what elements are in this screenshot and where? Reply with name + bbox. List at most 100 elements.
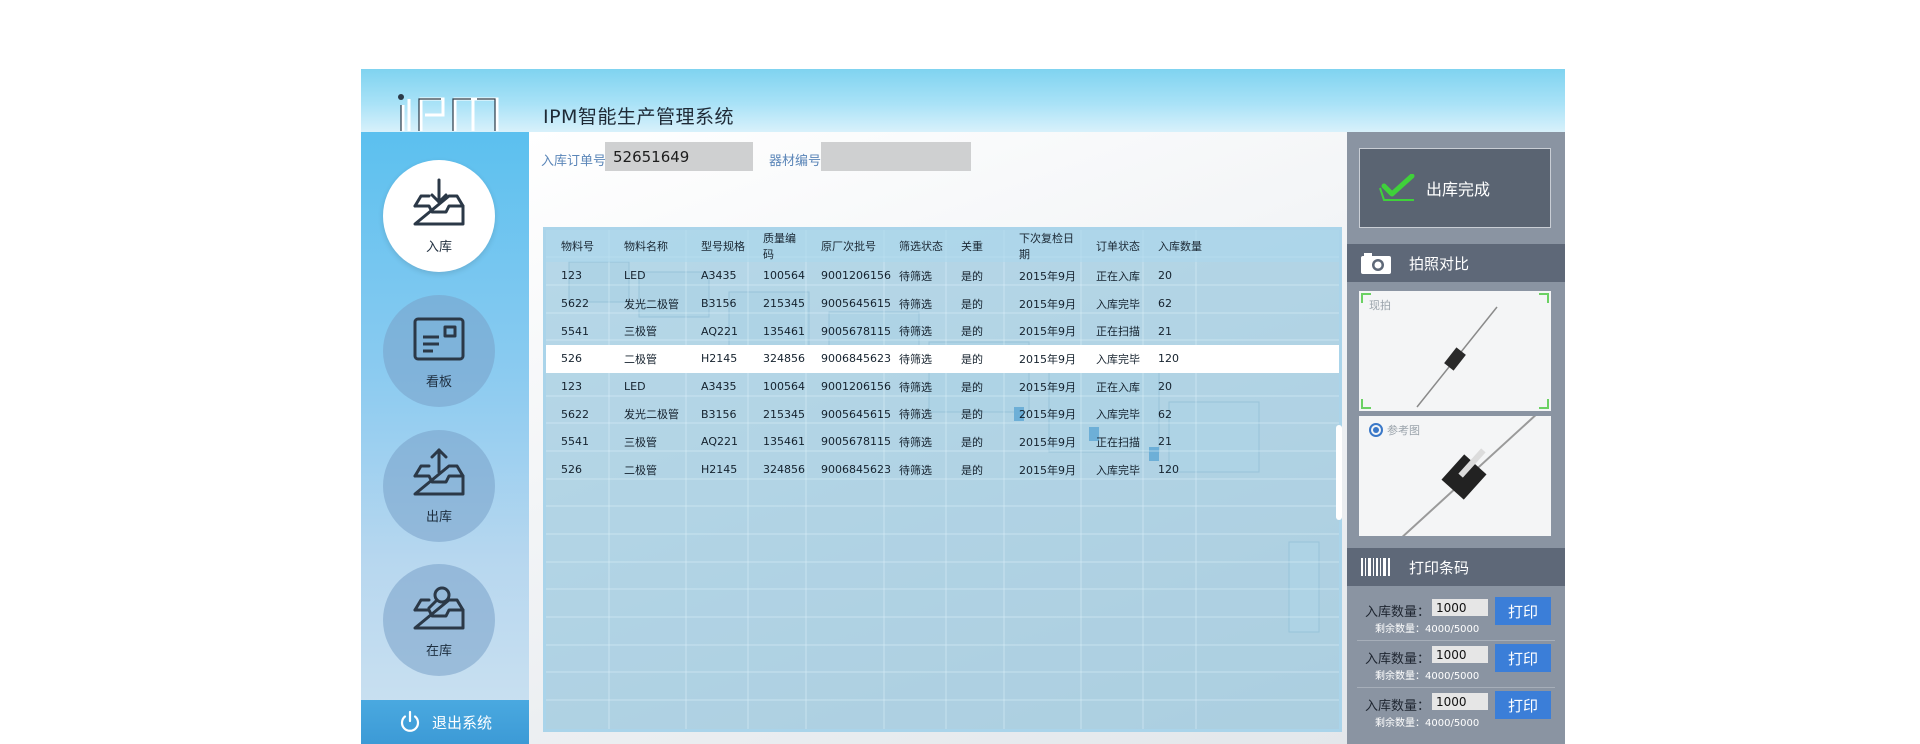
- nav-item-outbound[interactable]: 出库: [383, 430, 495, 542]
- remaining-quantity: 剩余数量：4000/5000: [1375, 671, 1480, 682]
- reference-photo-option[interactable]: 参考图: [1369, 422, 1420, 438]
- print-button[interactable]: 打印: [1495, 644, 1551, 672]
- column-header[interactable]: 入库数量: [1143, 230, 1339, 262]
- column-header[interactable]: 订单状态: [1081, 230, 1143, 262]
- column-header[interactable]: 原厂次批号: [806, 230, 884, 262]
- table-cell: AQ221: [701, 435, 738, 449]
- nav-label: 看板: [425, 374, 452, 390]
- table-cell: 215345: [763, 297, 805, 311]
- logout-label: 退出系统: [431, 713, 492, 732]
- table-cell: 正在入库: [1096, 269, 1140, 283]
- table-cell: 20: [1158, 380, 1172, 394]
- table-cell: 2015年9月: [1019, 435, 1076, 449]
- table-cell: AQ221: [701, 324, 738, 338]
- header-bar: IPM智能生产管理系统: [361, 69, 1565, 132]
- table-cell: 9001206156: [821, 380, 891, 394]
- quantity-input[interactable]: [1432, 599, 1488, 616]
- divider: [1357, 687, 1555, 688]
- table-cell: 2015年9月: [1019, 297, 1076, 311]
- print-row: 入库数量： 剩余数量：4000/5000 打印: [1347, 689, 1565, 735]
- table-cell: 二极管: [609, 345, 686, 373]
- table-row[interactable]: 526 二极管 H2145 324856 9006845623 待筛选 是的 2015年9月入…: [546, 345, 1339, 373]
- table-cell: 9005645615: [821, 297, 891, 311]
- quantity-input[interactable]: [1432, 646, 1488, 663]
- table-row[interactable]: 5622 发光二极管 B3156 215345 9005645615 待筛选 是的 2015年…: [546, 290, 1339, 318]
- table-row[interactable]: 5541 三极管 AQ221 135461 9005678115 待筛选 是的 2015年9月…: [546, 428, 1339, 456]
- print-row: 入库数量： 剩余数量：4000/5000 打印: [1347, 595, 1565, 641]
- table-row[interactable]: 123 LED A3435 100564 9001206156 待筛选 是的 2015年9月 正…: [546, 373, 1339, 401]
- table-header-row: 物料号 物料名称 型号规格 质量编码 原厂次批号 筛选状态 关重 下次复检日期 …: [546, 230, 1339, 262]
- table-cell: 526: [561, 463, 582, 477]
- live-photo[interactable]: 现拍: [1359, 291, 1551, 411]
- print-barcode-title: 打印条码: [1409, 558, 1470, 577]
- nav-label: 在库: [425, 643, 452, 659]
- table-cell: A3435: [701, 380, 737, 394]
- column-header[interactable]: 筛选状态: [884, 230, 946, 262]
- barcode-icon: [1361, 558, 1390, 576]
- table-cell: 入库完毕: [1096, 463, 1140, 477]
- table-cell: 2015年9月: [1019, 463, 1076, 477]
- column-header[interactable]: 物料名称: [609, 230, 686, 262]
- table-row[interactable]: 123 LED A3435 100564 9001206156 待筛选 是的 2015年9月 正…: [546, 262, 1339, 290]
- table-cell: 待筛选: [899, 408, 932, 422]
- photo-compare-title: 拍照对比: [1409, 254, 1470, 273]
- column-header[interactable]: 质量编码: [748, 230, 806, 262]
- column-header[interactable]: 关重: [946, 230, 1004, 262]
- table-row[interactable]: 526 二极管 H2145 324856 9006845623 待筛选 是的 2015年9月入…: [546, 456, 1339, 484]
- table-cell: 入库完毕: [1081, 345, 1143, 373]
- table-cell: 二极管: [624, 463, 657, 477]
- app-title: IPM智能生产管理系统: [543, 106, 734, 128]
- table-cell: 5541: [561, 324, 589, 338]
- table-row[interactable]: 5541 三极管 AQ221 135461 9005678115 待筛选 是的 2015年9月…: [546, 317, 1339, 345]
- order-number-input[interactable]: [605, 142, 753, 171]
- table-cell: 是的: [961, 269, 983, 283]
- table-cell: LED: [624, 380, 646, 394]
- table-cell: 9001206156: [821, 269, 891, 283]
- order-number-label: 入库订单号: [541, 154, 607, 169]
- print-button[interactable]: 打印: [1495, 597, 1551, 625]
- table-cell: B3156: [701, 407, 737, 421]
- outbound-complete-button[interactable]: 出库完成: [1359, 148, 1551, 228]
- app-window: IPM智能生产管理系统 入库 看板 出库 在库 退出系统 入库订单号 52651…: [361, 69, 1565, 744]
- nav-item-instock[interactable]: 在库: [383, 564, 495, 676]
- ipm-logo: [398, 94, 499, 131]
- table-cell: 21: [1158, 435, 1172, 449]
- column-header[interactable]: 下次复检日期: [1004, 230, 1081, 262]
- table-cell: 9005678115: [821, 324, 891, 338]
- divider: [1357, 640, 1555, 641]
- table-cell: 215345: [763, 407, 805, 421]
- quantity-input[interactable]: [1432, 693, 1488, 710]
- print-button[interactable]: 打印: [1495, 691, 1551, 719]
- outbound-complete-label: 出库完成: [1426, 180, 1491, 199]
- sidebar: 入库 看板 出库 在库 退出系统: [361, 132, 529, 744]
- table-cell: B3156: [701, 297, 737, 311]
- table-cell: 待筛选: [899, 325, 932, 339]
- logout-button[interactable]: 退出系统: [361, 700, 529, 744]
- table-row[interactable]: 5622 发光二极管 B3156 215345 9005645615 待筛选 是的 2015年…: [546, 400, 1339, 428]
- nav-item-inbound[interactable]: 入库: [383, 160, 495, 272]
- table-cell: LED: [624, 269, 646, 283]
- table-cell: 123: [561, 269, 582, 283]
- table-scrollbar[interactable]: [1336, 425, 1342, 520]
- table-cell: 2015年9月: [1019, 269, 1076, 283]
- table-cell: 21: [1158, 324, 1172, 338]
- reference-photo[interactable]: 参考图: [1359, 416, 1551, 536]
- table-cell: 待筛选: [884, 345, 946, 373]
- table-cell: 2015年9月: [1019, 380, 1076, 394]
- nav-item-board[interactable]: 看板: [383, 295, 495, 407]
- main-content: 入库订单号 器材编号: [529, 132, 1347, 744]
- table-cell: A3435: [701, 269, 737, 283]
- radio-selected-icon[interactable]: [1369, 423, 1383, 437]
- inventory-table: 物料号 物料名称 型号规格 质量编码 原厂次批号 筛选状态 关重 下次复检日期 …: [546, 230, 1339, 484]
- table-cell: 9006845623: [821, 463, 891, 477]
- device-number-input[interactable]: [821, 142, 971, 171]
- table-cell: 是的: [961, 297, 983, 311]
- table-cell: 是的: [961, 380, 983, 394]
- table-cell: 324856: [748, 345, 806, 373]
- nav-label: 入库: [425, 239, 452, 255]
- column-header[interactable]: 型号规格: [686, 230, 748, 262]
- table-cell: 5622: [561, 297, 589, 311]
- print-barcode-header: 打印条码: [1347, 548, 1565, 586]
- table-cell: 120: [1158, 463, 1179, 477]
- column-header[interactable]: 物料号: [546, 230, 609, 262]
